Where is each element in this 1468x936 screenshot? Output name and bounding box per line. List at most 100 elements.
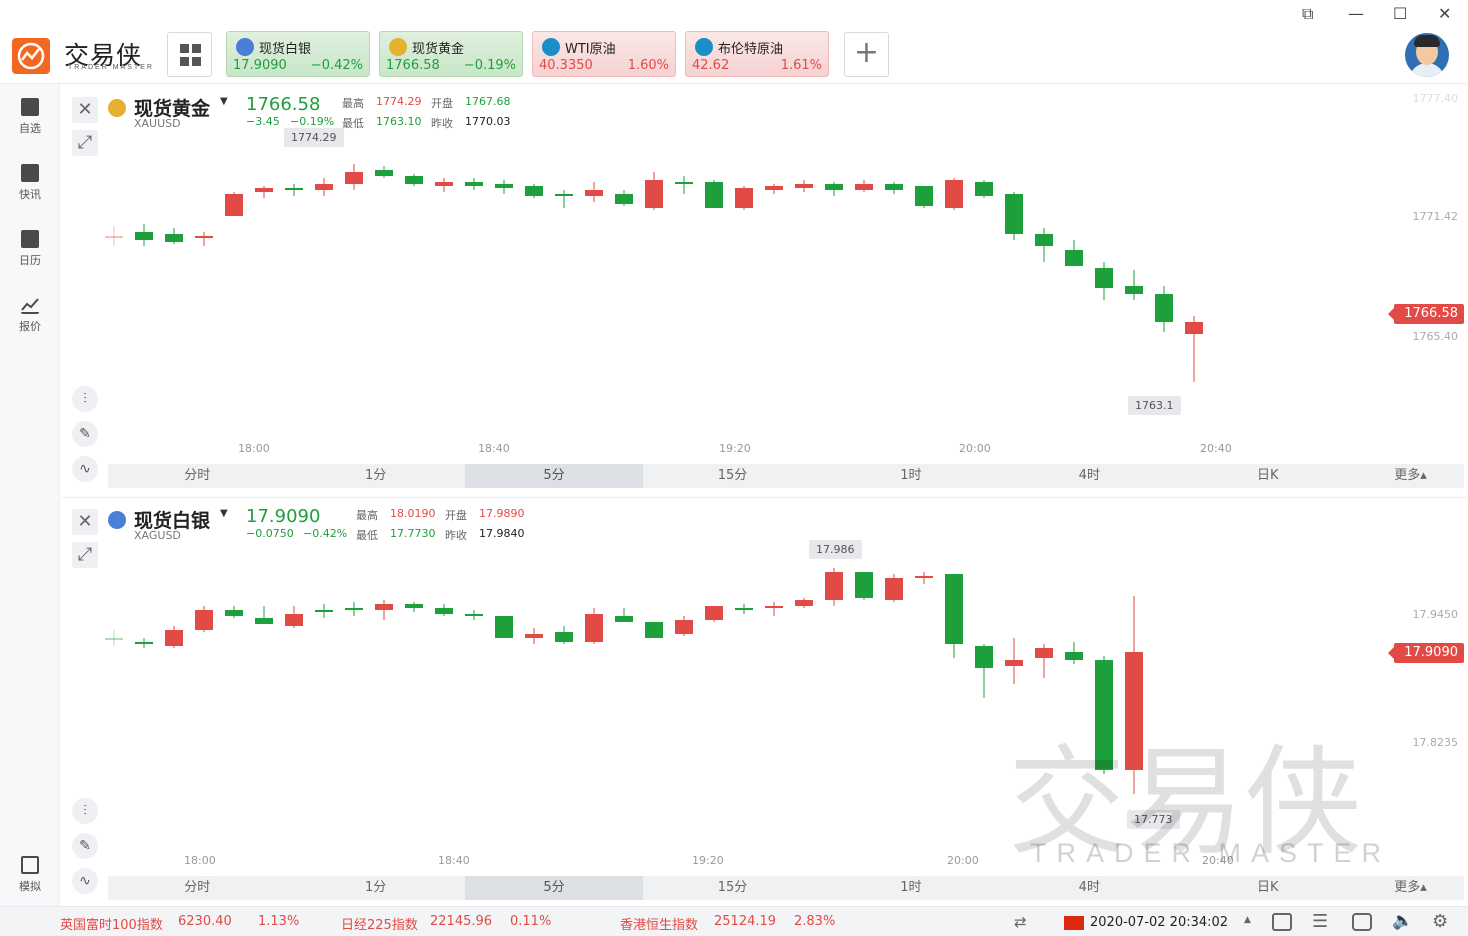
candlestick-chart-gold[interactable] xyxy=(62,86,1468,490)
close-panel-button[interactable]: ✕ xyxy=(72,509,98,535)
indicator-button[interactable]: ⫶ xyxy=(72,386,98,412)
analysis-button[interactable]: ∿ xyxy=(72,868,98,894)
high-callout: 17.986 xyxy=(809,540,862,559)
ticker-name: 现货白银 xyxy=(259,42,312,57)
ticker-tab-gold[interactable]: 现货黄金 1766.58 −0.19% xyxy=(379,31,523,77)
index-value: 6230.40 xyxy=(178,914,232,929)
gold-candle xyxy=(1065,240,1083,266)
silver-candle xyxy=(375,600,393,620)
period-tab[interactable]: 15分 xyxy=(643,876,821,900)
period-tab[interactable]: 1时 xyxy=(822,876,1000,900)
sidebar-item-quotes[interactable]: 报价 xyxy=(0,296,60,334)
maximize-button[interactable]: ☐ xyxy=(1393,4,1407,23)
indicator-button[interactable]: ⫶ xyxy=(72,798,98,824)
ticker-name: WTI原油 xyxy=(565,42,616,57)
draw-button[interactable]: ✎ xyxy=(72,833,98,859)
user-avatar[interactable] xyxy=(1405,33,1449,77)
oil-drop-icon xyxy=(542,38,560,56)
wallet-icon xyxy=(21,856,39,874)
camera-icon[interactable] xyxy=(1352,913,1372,931)
draw-button[interactable]: ✎ xyxy=(72,421,98,447)
gold-candle xyxy=(735,186,753,210)
y-axis-label: 17.9450 xyxy=(1412,608,1459,621)
high-label: 最高 xyxy=(356,509,378,522)
sidebar-item-label: 模拟 xyxy=(19,880,41,893)
close-icon: ✕ xyxy=(77,511,93,532)
close-panel-button[interactable]: ✕ xyxy=(72,97,98,123)
ticker-tab-silver[interactable]: 现货白银 17.9090 −0.42% xyxy=(226,31,370,77)
gold-candle xyxy=(345,164,363,190)
sidebar-item-watchlist[interactable]: 自选 xyxy=(0,98,60,136)
period-tab[interactable]: 4时 xyxy=(1000,876,1178,900)
minimize-button[interactable]: — xyxy=(1348,4,1364,23)
period-more-button[interactable]: 更多▴ xyxy=(1357,876,1464,900)
x-axis-label: 20:40 xyxy=(1200,442,1232,455)
screen-icon[interactable] xyxy=(1272,913,1292,931)
period-tab-active[interactable]: 5分 xyxy=(464,876,644,900)
y-axis-label: 1771.42 xyxy=(1412,210,1459,223)
chevron-up-icon[interactable]: ▲ xyxy=(1244,915,1251,925)
period-tab[interactable]: 1分 xyxy=(286,464,464,488)
x-axis-label: 18:40 xyxy=(478,442,510,455)
close-button[interactable]: ✕ xyxy=(1438,4,1451,23)
sidebar-item-calendar[interactable]: 日历 xyxy=(0,230,60,268)
period-tab[interactable]: 日K xyxy=(1179,464,1357,488)
gold-candle xyxy=(945,178,963,210)
add-ticker-button[interactable]: + xyxy=(844,32,889,77)
layers-icon[interactable]: ⧉ xyxy=(1302,4,1313,24)
silver-candle xyxy=(285,606,303,628)
silver-candle xyxy=(525,628,543,644)
silver-candle xyxy=(1035,644,1053,678)
silver-candle xyxy=(795,598,813,608)
chevron-down-icon[interactable]: ▼ xyxy=(220,508,228,519)
index-name[interactable]: 日经225指数 xyxy=(341,914,418,933)
settings-gear-icon[interactable]: ⚙ xyxy=(1432,911,1448,932)
instrument-price: 17.9090 xyxy=(246,506,321,527)
y-axis-label: 1777.40 xyxy=(1412,92,1459,105)
analysis-button[interactable]: ∿ xyxy=(72,456,98,482)
chevron-down-icon[interactable]: ▼ xyxy=(220,96,228,107)
ticker-tab-brent[interactable]: 布伦特原油 42.62 1.61% xyxy=(685,31,829,77)
silver-candle xyxy=(825,568,843,606)
period-tab[interactable]: 4时 xyxy=(1000,464,1178,488)
x-axis-label: 20:00 xyxy=(947,854,979,867)
index-change: 2.83% xyxy=(794,914,836,929)
period-tab[interactable]: 日K xyxy=(1179,876,1357,900)
gold-candle xyxy=(705,180,723,208)
gold-candle xyxy=(285,184,303,196)
price-change: −0.0750 xyxy=(246,527,294,540)
sidebar-item-news[interactable]: 快讯 xyxy=(0,164,60,202)
app-logo-icon xyxy=(12,38,50,74)
index-value: 25124.19 xyxy=(714,914,777,929)
period-tab[interactable]: 分时 xyxy=(108,876,286,900)
gold-candle xyxy=(975,180,993,198)
ticker-price: 17.9090 xyxy=(233,58,287,73)
silver-candle xyxy=(585,608,603,644)
silver-candle xyxy=(405,602,423,612)
silver-candle xyxy=(135,638,153,648)
period-tab[interactable]: 分时 xyxy=(108,464,286,488)
current-price-tag: 1766.58 xyxy=(1388,304,1464,324)
app-logo-subtitle: TRADER MASTER xyxy=(68,64,154,71)
index-name[interactable]: 英国富时100指数 xyxy=(60,914,163,933)
period-tab-active[interactable]: 5分 xyxy=(464,464,644,488)
list-icon[interactable]: ☰ xyxy=(1312,911,1328,932)
layout-grid-button[interactable] xyxy=(167,32,212,77)
silver-coin-icon xyxy=(236,38,254,56)
gold-candle xyxy=(225,192,243,216)
sidebar-item-simulate[interactable]: 模拟 xyxy=(0,856,60,894)
period-more-button[interactable]: 更多▴ xyxy=(1357,464,1464,488)
expand-panel-button[interactable]: ⤢ xyxy=(72,542,98,568)
period-tab[interactable]: 1时 xyxy=(822,464,1000,488)
gold-candle xyxy=(315,178,333,196)
gold-candle xyxy=(195,232,213,246)
translate-icon[interactable]: ⇄ xyxy=(1014,913,1027,931)
ticker-change: 1.61% xyxy=(780,58,822,73)
sidebar-item-label: 日历 xyxy=(19,254,41,267)
expand-panel-button[interactable]: ⤢ xyxy=(72,130,98,156)
mute-icon[interactable]: 🔈 xyxy=(1392,911,1413,931)
index-name[interactable]: 香港恒生指数 xyxy=(620,914,698,933)
period-tab[interactable]: 1分 xyxy=(286,876,464,900)
period-tab[interactable]: 15分 xyxy=(643,464,821,488)
ticker-tab-wti[interactable]: WTI原油 40.3350 1.60% xyxy=(532,31,676,77)
